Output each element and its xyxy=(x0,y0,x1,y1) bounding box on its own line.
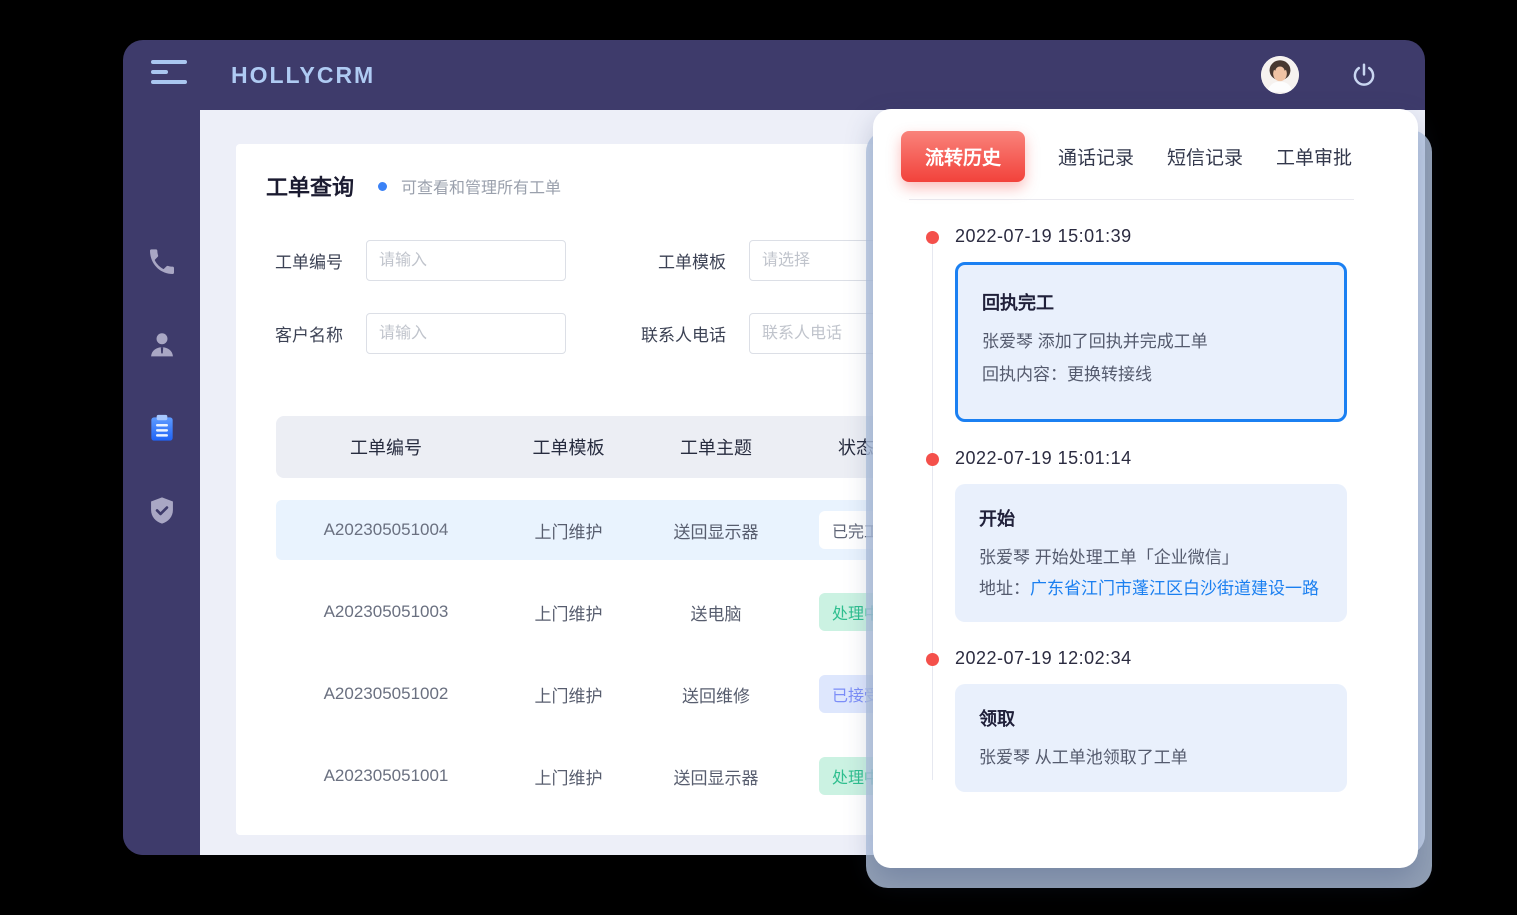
menu-icon[interactable] xyxy=(151,60,187,90)
stage: HOLLYCRM xyxy=(0,0,1517,915)
timeline-item: 2022-07-19 15:01:39 回执完工 张爱琴 添加了回执并完成工单 … xyxy=(955,226,1378,422)
filter-label-order-id: 工单编号 xyxy=(236,248,343,273)
avatar[interactable] xyxy=(1261,56,1299,94)
filter-label-template: 工单模板 xyxy=(566,248,726,273)
timeline-timestamp: 2022-07-19 12:02:34 xyxy=(955,648,1378,669)
header-subject: 工单主题 xyxy=(641,434,791,460)
customer-name-input[interactable] xyxy=(366,313,566,354)
filter-label-phone: 联系人电话 xyxy=(566,321,726,346)
flow-timeline: 2022-07-19 15:01:39 回执完工 张爱琴 添加了回执并完成工单 … xyxy=(873,200,1418,792)
timeline-card-start[interactable]: 开始 张爱琴 开始处理工单「企业微信」 地址： 广东省江门市蓬江区白沙街道建设一… xyxy=(955,484,1347,622)
timeline-dot xyxy=(926,653,939,666)
timeline-item: 2022-07-19 15:01:14 开始 张爱琴 开始处理工单「企业微信」 … xyxy=(955,448,1378,622)
header-template: 工单模板 xyxy=(496,434,641,460)
timeline-item: 2022-07-19 12:02:34 领取 张爱琴 从工单池领取了工单 xyxy=(955,648,1378,792)
tab-sms-records[interactable]: 短信记录 xyxy=(1167,143,1243,170)
detail-panel: 流转历史 通话记录 短信记录 工单审批 2022-07-19 15:01:39 … xyxy=(873,109,1418,868)
phone-icon[interactable] xyxy=(146,246,178,278)
address-label: 地址： xyxy=(979,574,1030,604)
timeline-dot xyxy=(926,231,939,244)
timeline-timestamp: 2022-07-19 15:01:14 xyxy=(955,448,1378,469)
timeline-card-claim[interactable]: 领取 张爱琴 从工单池领取了工单 xyxy=(955,684,1347,792)
tab-approval[interactable]: 工单审批 xyxy=(1276,143,1352,170)
sidebar xyxy=(123,110,200,855)
topbar: HOLLYCRM xyxy=(123,40,1425,110)
tab-call-records[interactable]: 通话记录 xyxy=(1058,143,1134,170)
page-title: 工单查询 xyxy=(266,170,354,202)
shield-icon[interactable] xyxy=(146,495,178,527)
power-icon[interactable] xyxy=(1351,62,1377,88)
topbar-actions xyxy=(1261,40,1377,110)
user-icon[interactable] xyxy=(146,329,178,361)
timeline-dot xyxy=(926,453,939,466)
subtitle-dot xyxy=(378,182,387,191)
timeline-card-receipt-complete[interactable]: 回执完工 张爱琴 添加了回执并完成工单 回执内容：更换转接线 xyxy=(955,262,1347,422)
clipboard-icon[interactable] xyxy=(146,412,178,444)
filter-label-customer: 客户名称 xyxy=(236,321,343,346)
brand-logo: HOLLYCRM xyxy=(231,62,375,89)
header-order-id: 工单编号 xyxy=(276,434,496,460)
address-link[interactable]: 广东省江门市蓬江区白沙街道建设一路 xyxy=(1030,574,1319,604)
tab-flow-history[interactable]: 流转历史 xyxy=(901,131,1025,182)
page-subtitle: 可查看和管理所有工单 xyxy=(401,174,561,198)
panel-tabs: 流转历史 通话记录 短信记录 工单审批 xyxy=(873,109,1418,182)
timeline-timestamp: 2022-07-19 15:01:39 xyxy=(955,226,1378,247)
order-id-input[interactable] xyxy=(366,240,566,281)
